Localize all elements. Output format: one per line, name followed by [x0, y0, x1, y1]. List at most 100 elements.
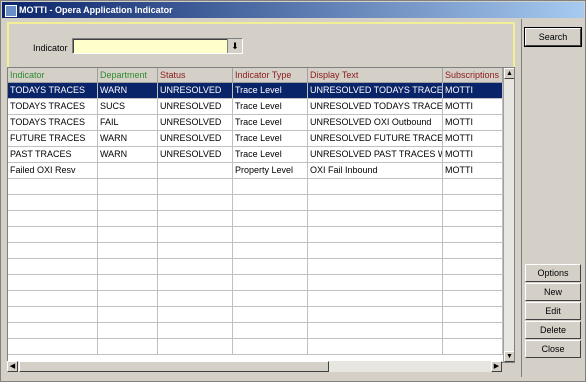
table-cell [443, 323, 503, 338]
table-row[interactable] [8, 195, 503, 211]
table-cell: PAST TRACES [8, 147, 98, 162]
table-cell: MOTTI [443, 83, 503, 98]
button-panel: Search Options New Edit Delete Close [521, 19, 584, 377]
table-cell: UNRESOLVED FUTURE TRACES [308, 131, 443, 146]
table-cell: UNRESOLVED [158, 147, 233, 162]
table-cell: UNRESOLVED OXI Outbound [308, 115, 443, 130]
table-cell: Trace Level [233, 115, 308, 130]
new-button[interactable]: New [525, 283, 581, 301]
table-cell [8, 211, 98, 226]
table-cell [308, 291, 443, 306]
table-row[interactable] [8, 275, 503, 291]
table-row[interactable]: PAST TRACES WARN UNRESOLVED Trace Level UNRE… [8, 147, 503, 163]
table-cell [8, 195, 98, 210]
table-cell [158, 275, 233, 290]
horizontal-scrollbar[interactable]: ◀ ▶ [7, 361, 502, 372]
table-cell: Failed OXI Resv [8, 163, 98, 178]
table-cell [98, 243, 158, 258]
table-cell [158, 211, 233, 226]
table-cell [8, 307, 98, 322]
column-header[interactable]: Indicator Type [233, 68, 308, 82]
scroll-up-icon[interactable]: ▲ [504, 68, 514, 79]
table-row[interactable]: TODAYS TRACES WARN UNRESOLVED Trace Level UN… [8, 83, 503, 99]
table-cell [308, 275, 443, 290]
dropdown-arrow-icon[interactable]: ⬇ [227, 39, 242, 53]
table-row[interactable] [8, 339, 503, 355]
table-cell: SUCS [98, 99, 158, 114]
table-cell [233, 243, 308, 258]
table-cell [443, 179, 503, 194]
table-row[interactable] [8, 211, 503, 227]
table-row[interactable] [8, 227, 503, 243]
table-cell [158, 307, 233, 322]
table-cell [98, 339, 158, 354]
table-cell [158, 339, 233, 354]
table-cell: UNRESOLVED [158, 99, 233, 114]
table-row[interactable] [8, 323, 503, 339]
window-title: MOTTI - Opera Application Indicator [19, 5, 173, 15]
delete-button[interactable]: Delete [525, 321, 581, 339]
table-cell: UNRESOLVED [158, 131, 233, 146]
table-cell [98, 307, 158, 322]
table-cell [443, 227, 503, 242]
table-cell [158, 179, 233, 194]
table-cell: FUTURE TRACES [8, 131, 98, 146]
table-cell: FAIL [98, 115, 158, 130]
app-icon [5, 5, 17, 17]
table-row[interactable] [8, 179, 503, 195]
table-cell [308, 243, 443, 258]
column-header[interactable]: Subscriptions [443, 68, 503, 82]
column-header[interactable]: Status [158, 68, 233, 82]
column-header[interactable]: Indicator [8, 68, 98, 82]
table-cell [233, 323, 308, 338]
scroll-left-icon[interactable]: ◀ [7, 361, 18, 372]
table-cell [308, 195, 443, 210]
table-cell [98, 323, 158, 338]
table-cell [233, 339, 308, 354]
table-cell: Trace Level [233, 83, 308, 98]
table-cell [308, 323, 443, 338]
table-cell: Trace Level [233, 147, 308, 162]
table-cell [8, 323, 98, 338]
table-row[interactable] [8, 291, 503, 307]
table-cell [233, 195, 308, 210]
table-row[interactable]: FUTURE TRACES WARN UNRESOLVED Trace Level UN… [8, 131, 503, 147]
table-row[interactable]: TODAYS TRACES SUCS UNRESOLVED Trace Level UN… [8, 99, 503, 115]
table-cell: MOTTI [443, 115, 503, 130]
table-cell: WARN [98, 83, 158, 98]
column-header[interactable]: Department [98, 68, 158, 82]
table-cell [158, 243, 233, 258]
table-cell [443, 259, 503, 274]
table-cell [98, 291, 158, 306]
options-button[interactable]: Options [525, 264, 581, 282]
scroll-right-icon[interactable]: ▶ [491, 361, 502, 372]
table-row[interactable] [8, 259, 503, 275]
search-button[interactable]: Search [524, 27, 582, 47]
table-cell [8, 275, 98, 290]
table-cell: UNRESOLVED TODAYS TRACES [308, 99, 443, 114]
table-row[interactable] [8, 243, 503, 259]
table-cell [158, 195, 233, 210]
table-cell: Trace Level [233, 131, 308, 146]
table-cell [98, 275, 158, 290]
table-cell [233, 211, 308, 226]
table-row[interactable]: Failed OXI Resv Property Level OXI Fail In… [8, 163, 503, 179]
table-cell: WARN [98, 147, 158, 162]
application-window: MOTTI - Opera Application Indicator Indi… [0, 0, 586, 382]
table-cell [98, 195, 158, 210]
table-cell [233, 275, 308, 290]
table-cell [308, 179, 443, 194]
indicator-dropdown[interactable]: ⬇ [72, 38, 243, 54]
close-button[interactable]: Close [525, 340, 581, 358]
horizontal-scroll-thumb[interactable] [19, 361, 329, 372]
edit-button[interactable]: Edit [525, 302, 581, 320]
scroll-down-icon[interactable]: ▼ [504, 351, 514, 362]
vertical-scrollbar[interactable]: ▲ ▼ [503, 68, 514, 362]
column-header[interactable]: Display Text [308, 68, 443, 82]
table-cell [233, 179, 308, 194]
table-row[interactable] [8, 307, 503, 323]
table-cell [233, 227, 308, 242]
title-bar: MOTTI - Opera Application Indicator [2, 2, 584, 18]
table-row[interactable]: TODAYS TRACES FAIL UNRESOLVED Trace Level UN… [8, 115, 503, 131]
table-cell: WARN [98, 131, 158, 146]
